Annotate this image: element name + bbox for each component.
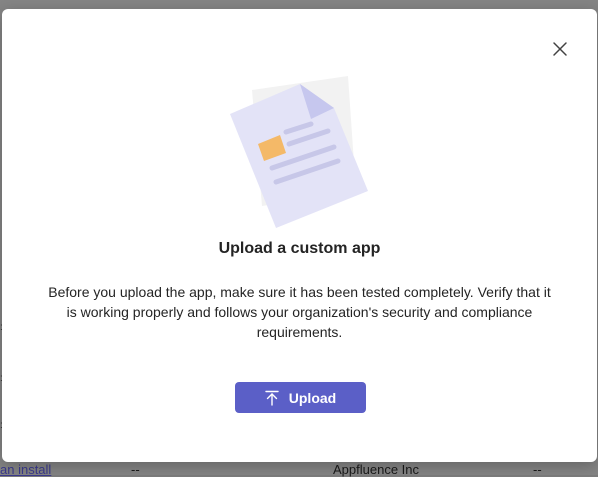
- close-icon: [553, 42, 567, 56]
- upload-custom-app-dialog: Upload a custom app Before you upload th…: [2, 9, 597, 462]
- background-table-row: an install -- Appfluence Inc --: [0, 462, 598, 477]
- dialog-title: Upload a custom app: [218, 240, 381, 257]
- upload-icon: [265, 390, 279, 406]
- dialog-description: Before you upload the app, make sure it …: [48, 284, 551, 340]
- document-illustration: [230, 76, 368, 228]
- upload-button-label: Upload: [288, 389, 337, 406]
- upload-button[interactable]: Upload: [235, 382, 366, 413]
- close-button[interactable]: [549, 38, 571, 60]
